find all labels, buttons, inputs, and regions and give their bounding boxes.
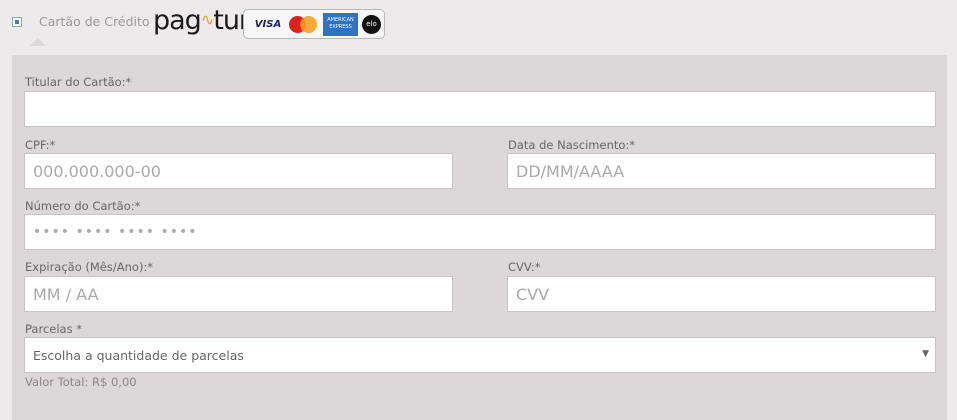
- cardholder-label: Titular do Cartão:*: [25, 75, 132, 89]
- card-brands-box: VISA AMERICAN EXPRESS elo: [243, 9, 385, 39]
- panel-pointer: [30, 38, 46, 46]
- payment-method-label[interactable]: Cartão de Crédito: [39, 14, 150, 29]
- expiry-field[interactable]: [24, 276, 453, 312]
- expiry-input[interactable]: [25, 277, 452, 311]
- installments-label: Parcelas *: [25, 322, 82, 336]
- cardholder-input[interactable]: [25, 92, 935, 126]
- birth-date-input[interactable]: [508, 154, 935, 188]
- cvv-label: CVV:*: [508, 260, 541, 274]
- birth-date-label: Data de Nascimento:*: [508, 138, 636, 152]
- birth-date-field[interactable]: [507, 153, 936, 189]
- card-number-input[interactable]: [25, 215, 935, 249]
- expiry-label: Expiração (Mês/Ano):*: [25, 260, 154, 274]
- card-number-label: Número do Cartão:*: [25, 199, 141, 213]
- cvv-field[interactable]: [507, 276, 936, 312]
- pagtur-logo: pag∿tur: [153, 5, 250, 36]
- credit-card-radio[interactable]: [12, 17, 22, 27]
- credit-card-form: Titular do Cartão:* CPF:* Data de Nascim…: [12, 55, 947, 420]
- dropdown-arrow-icon[interactable]: ▼: [922, 349, 929, 359]
- installments-selected-value: Escolha a quantidade de parcelas: [33, 348, 244, 363]
- installments-select[interactable]: Escolha a quantidade de parcelas ▼: [24, 337, 936, 373]
- radio-selected-dot: [15, 20, 19, 24]
- card-number-field[interactable]: [24, 214, 936, 250]
- elo-logo: elo: [362, 15, 381, 34]
- cardholder-field[interactable]: [24, 91, 936, 127]
- cpf-field[interactable]: [24, 153, 453, 189]
- amex-logo: AMERICAN EXPRESS: [323, 13, 358, 36]
- mastercard-logo: [289, 16, 317, 33]
- cpf-label: CPF:*: [25, 138, 56, 152]
- cvv-input[interactable]: [508, 277, 935, 311]
- total-value: Valor Total: R$ 0,00: [25, 375, 137, 389]
- cpf-input[interactable]: [25, 154, 452, 188]
- visa-logo: VISA: [254, 19, 282, 30]
- payment-method-header: Cartão de Crédito pag∿tur VISA AMERICAN E…: [0, 0, 957, 46]
